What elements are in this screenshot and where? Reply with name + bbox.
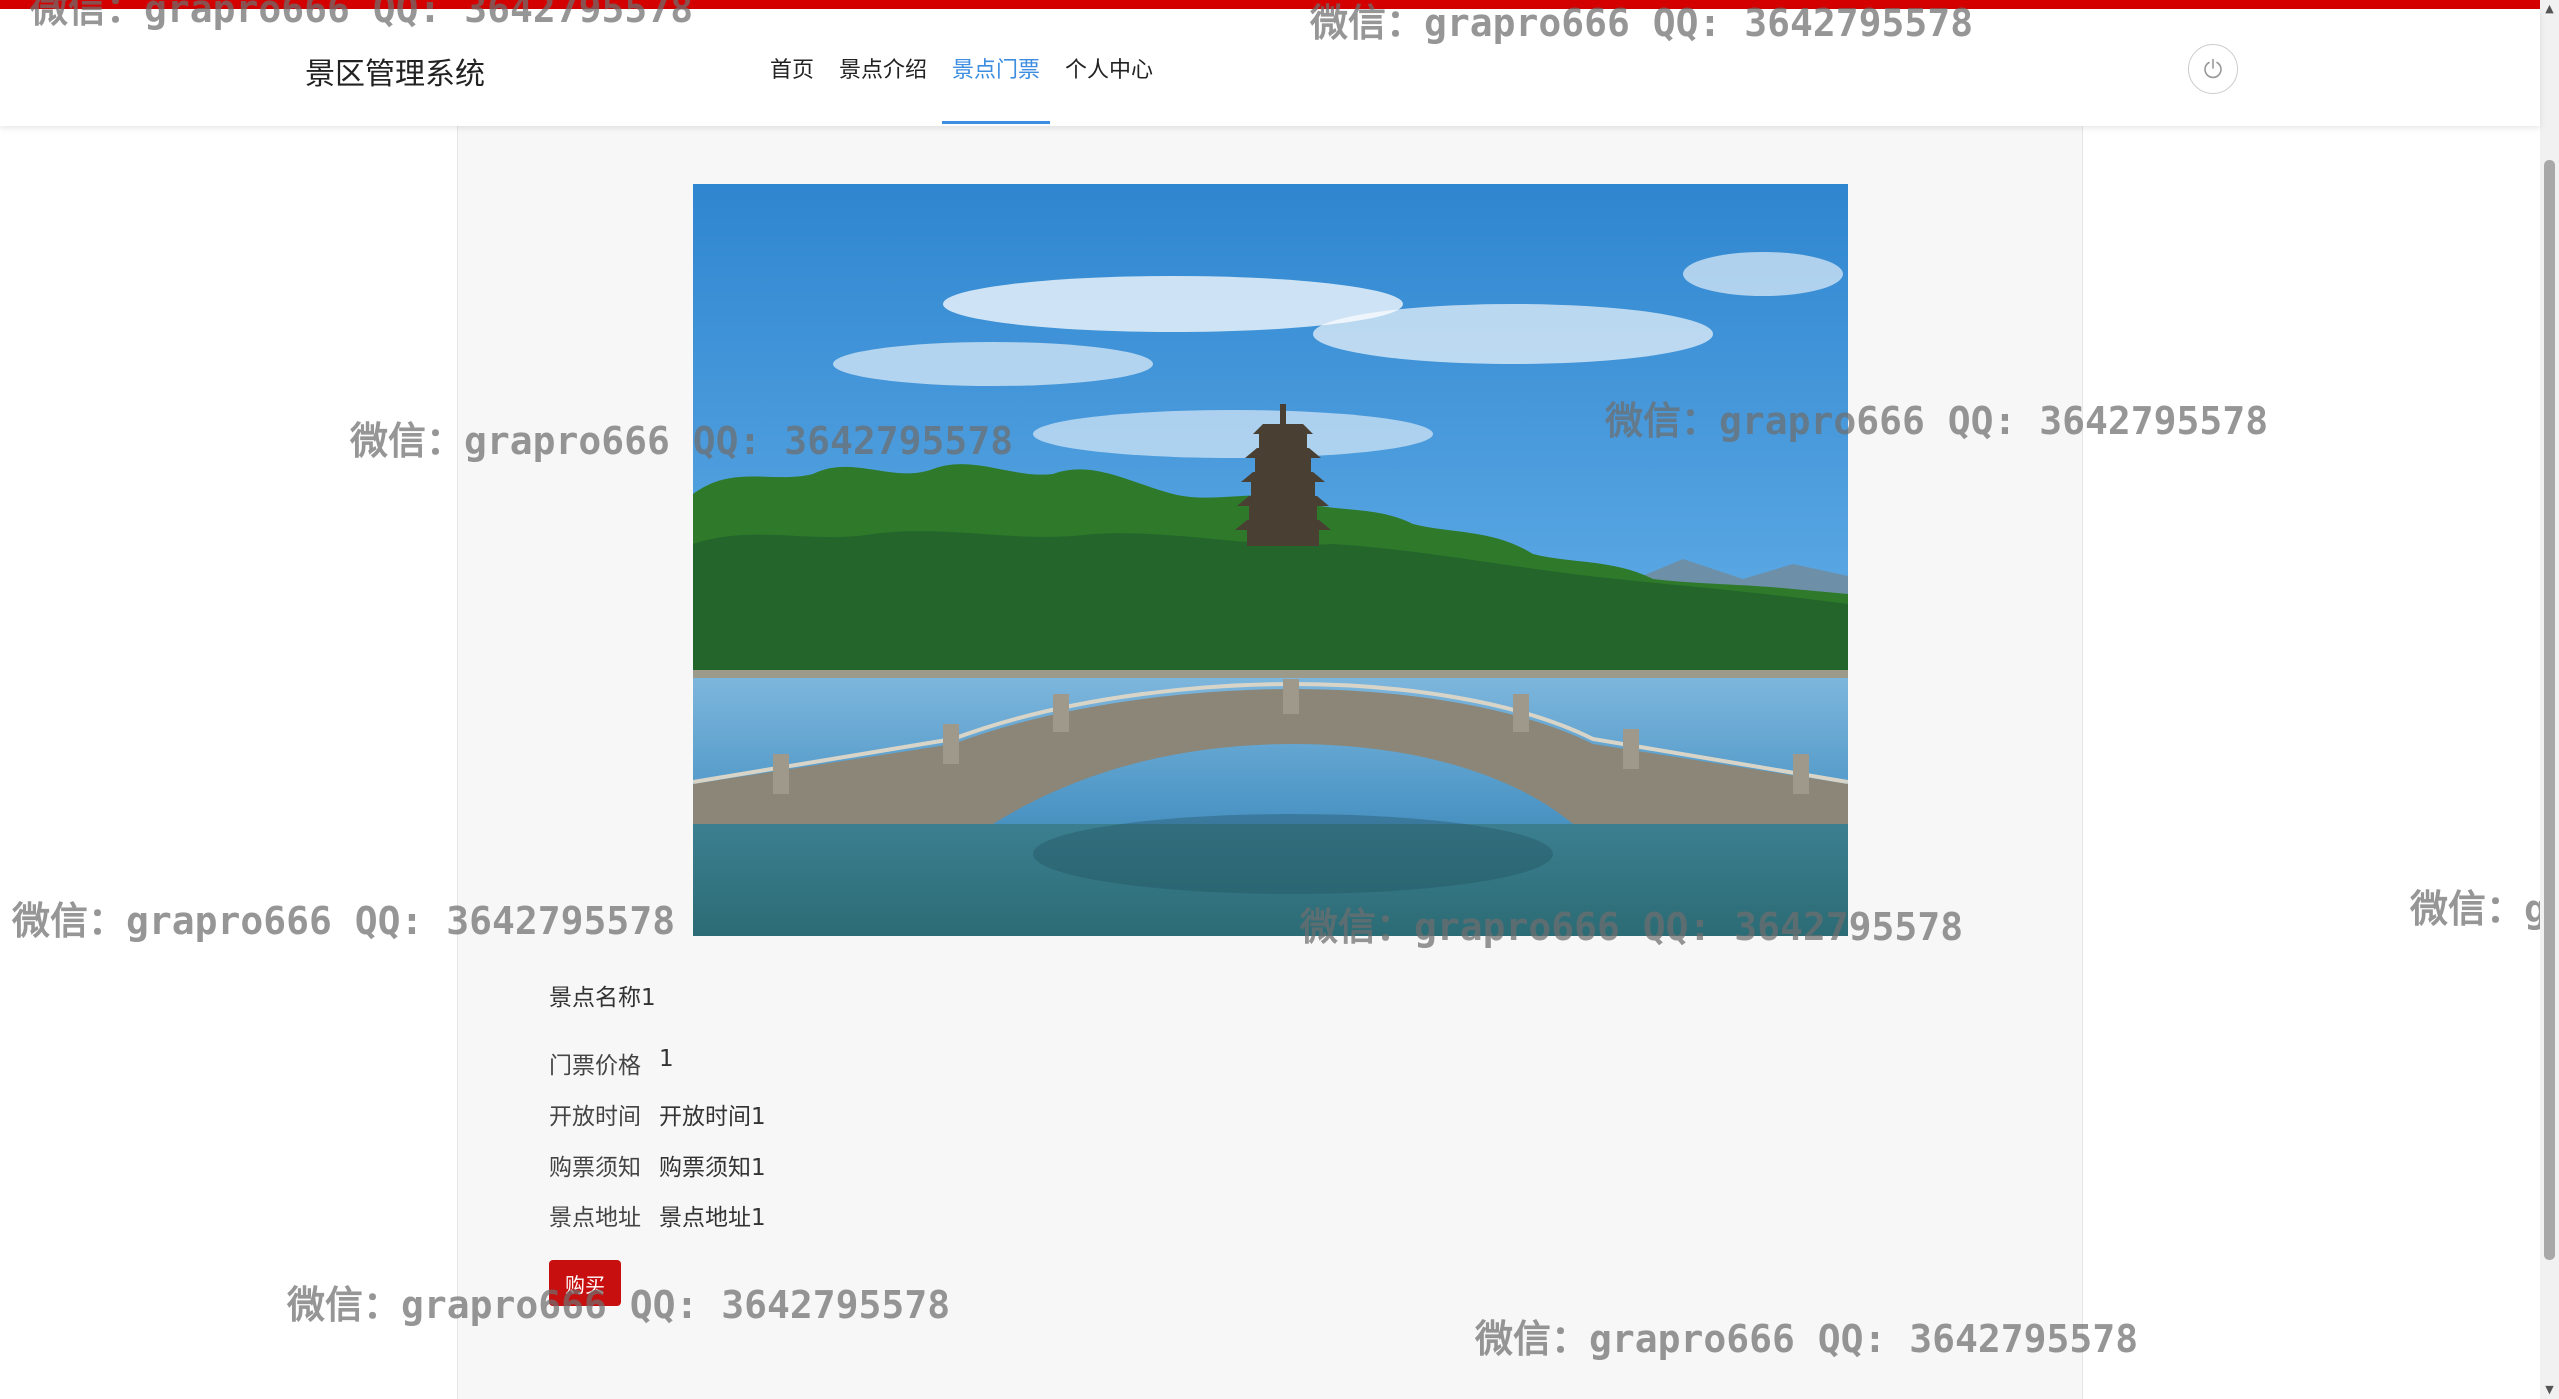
field-label: 景点地址: [549, 1205, 641, 1231]
detail-row-notice: 购票须知 购票须知1: [549, 1148, 766, 1182]
scroll-thumb[interactable]: [2544, 160, 2555, 1260]
field-value: 景点地址1: [659, 1205, 766, 1231]
field-label: 开放时间: [549, 1104, 641, 1130]
nav-home[interactable]: 首页: [760, 9, 824, 126]
nav-personal-center[interactable]: 个人中心: [1055, 9, 1163, 126]
field-value: 开放时间1: [659, 1104, 766, 1130]
scroll-up-arrow-icon[interactable]: ▲: [2540, 0, 2559, 18]
scroll-down-arrow-icon[interactable]: ▼: [2540, 1381, 2559, 1399]
main-nav: 首页 景点介绍 景点门票 个人中心: [760, 9, 1168, 126]
field-label: 门票价格: [549, 1053, 641, 1079]
page-scrollbar[interactable]: ▲ ▼: [2540, 0, 2559, 1399]
top-accent-bar: [0, 0, 2559, 9]
detail-row-hours: 开放时间 开放时间1: [549, 1097, 766, 1131]
buy-button[interactable]: 购买: [549, 1260, 621, 1306]
field-value: 购票须知1: [659, 1155, 766, 1181]
app-title: 景区管理系统: [305, 57, 485, 92]
logout-button[interactable]: [2188, 44, 2238, 94]
power-icon: [2204, 58, 2222, 79]
nav-tickets[interactable]: 景点门票: [942, 9, 1051, 126]
watermark-text: 微信：grapro666 QQ: 3642795578: [2410, 887, 2540, 931]
field-label: 购票须知: [549, 1155, 641, 1181]
top-navbar: 景区管理系统 首页 景点介绍 景点门票 个人中心: [0, 9, 2540, 126]
attraction-name: 景点名称1: [549, 985, 656, 1011]
attraction-photo: [693, 184, 1848, 936]
field-value: 1: [659, 1046, 674, 1072]
nav-attraction-intro[interactable]: 景点介绍: [829, 9, 937, 126]
detail-row-price: 门票价格 1: [549, 1046, 674, 1080]
detail-row-address: 景点地址 景点地址1: [549, 1198, 766, 1232]
